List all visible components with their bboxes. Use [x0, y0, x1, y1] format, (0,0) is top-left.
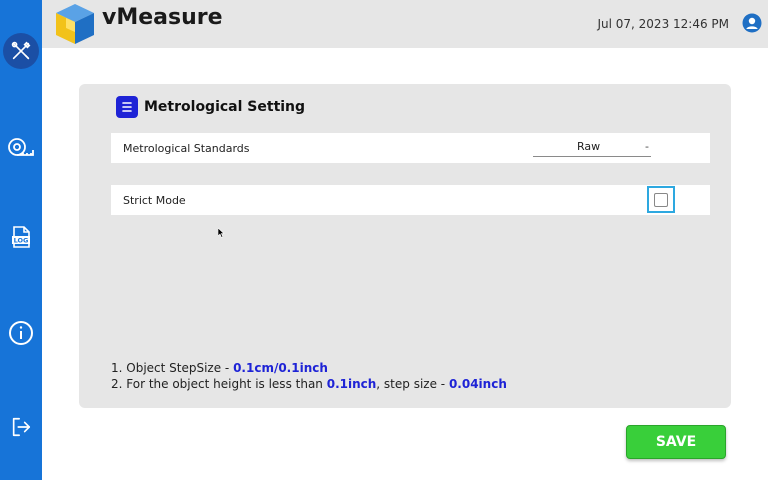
user-icon[interactable]	[742, 13, 762, 33]
note-1-text: 1. Object StepSize -	[111, 361, 234, 375]
sidebar: LOG	[0, 0, 42, 480]
mouse-cursor-icon	[218, 228, 225, 238]
card-header: Metrological Setting	[116, 96, 305, 118]
note-2-value-2: 0.04inch	[448, 377, 507, 391]
document-icon	[116, 96, 138, 118]
note-line-1: 1. Object StepSize - 0.1cm/0.1inch	[111, 360, 507, 376]
save-button[interactable]: SAVE	[626, 425, 726, 459]
strict-mode-checkbox[interactable]	[654, 192, 668, 207]
strict-mode-row: Strict Mode	[111, 185, 710, 215]
sidebar-item-logout[interactable]	[0, 407, 42, 447]
sidebar-item-measure[interactable]	[0, 127, 42, 167]
standards-value: Raw	[577, 140, 601, 153]
logout-icon	[12, 417, 31, 437]
datetime: Jul 07, 2023 12:46 PM	[597, 17, 729, 31]
metrological-setting-card: Metrological Setting Metrological Standa…	[79, 84, 731, 408]
card-title: Metrological Setting	[144, 99, 306, 115]
standards-select[interactable]: Raw -	[533, 138, 651, 157]
strict-mode-checkbox-focus[interactable]	[647, 186, 675, 213]
sidebar-item-settings[interactable]	[0, 31, 42, 71]
note-2-value-1: 0.1inch	[326, 377, 377, 391]
tape-measure-icon	[8, 138, 34, 156]
app-title: vMeasure	[102, 5, 223, 30]
sidebar-item-log[interactable]: LOG	[0, 217, 42, 257]
svg-text:LOG: LOG	[14, 237, 29, 245]
app-logo	[56, 4, 94, 44]
standards-row: Metrological Standards Raw -	[111, 133, 710, 163]
note-line-2: 2. For the object height is less than 0.…	[111, 376, 507, 392]
tools-icon	[11, 41, 31, 60]
strict-mode-label: Strict Mode	[123, 193, 186, 207]
note-2-mid: , step size -	[376, 377, 449, 391]
note-1-value: 0.1cm/0.1inch	[233, 361, 328, 375]
chevron-down-icon: -	[645, 140, 649, 153]
standards-label: Metrological Standards	[123, 141, 250, 155]
note-2-text: 2. For the object height is less than	[111, 377, 327, 391]
top-bar: vMeasure Jul 07, 2023 12:46 PM	[42, 0, 768, 48]
sidebar-item-info[interactable]	[0, 313, 42, 353]
info-icon	[9, 321, 33, 345]
active-indicator	[3, 33, 39, 69]
notes: 1. Object StepSize - 0.1cm/0.1inch 2. Fo…	[111, 360, 507, 392]
log-icon: LOG	[12, 226, 30, 248]
